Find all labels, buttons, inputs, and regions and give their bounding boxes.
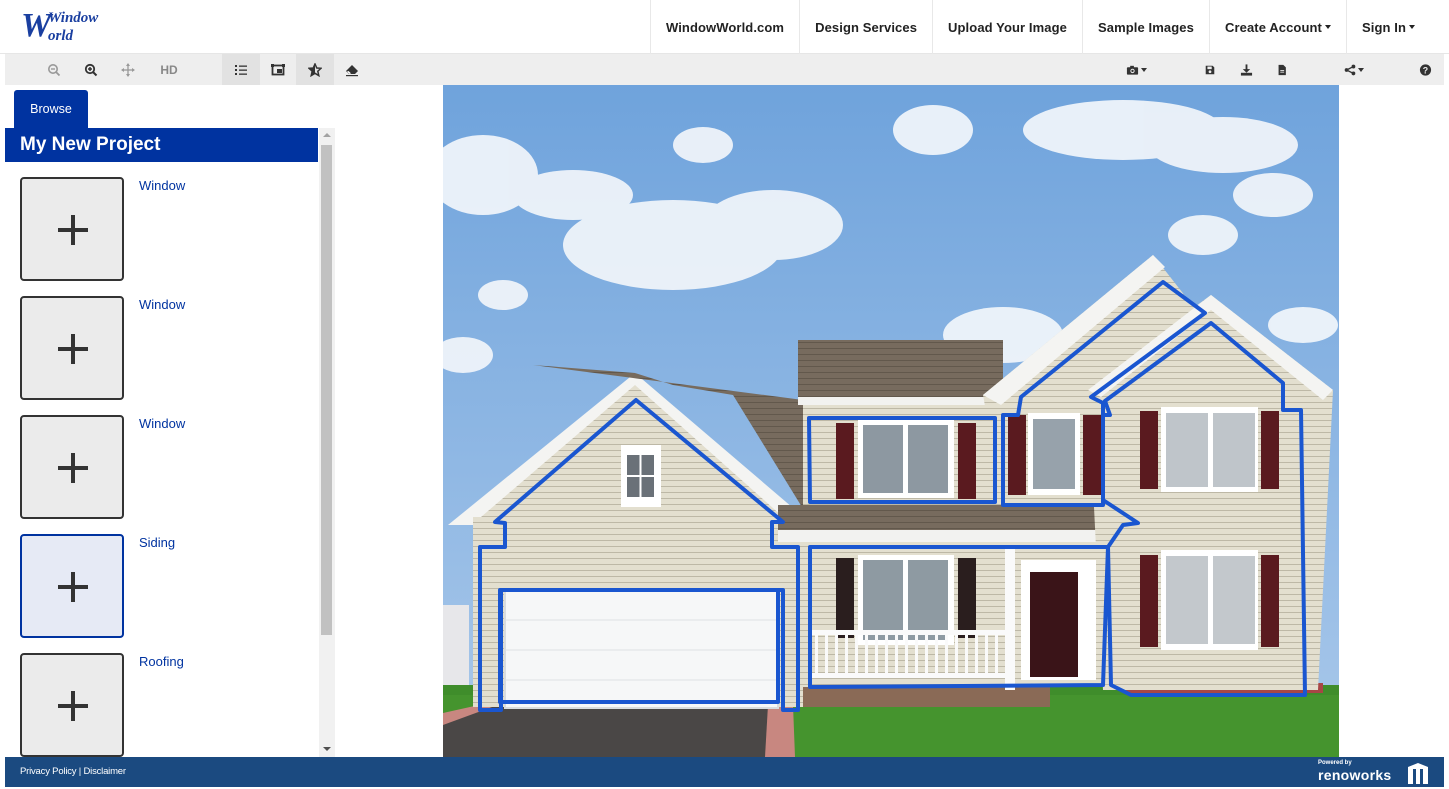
svg-text:orld: orld [48, 28, 74, 44]
footer-links: Privacy Policy | Disclaimer [20, 766, 126, 777]
add-window-tile[interactable] [20, 415, 124, 519]
renoworks-brand: renoworks [1318, 767, 1392, 783]
category-label[interactable]: Window [139, 297, 185, 312]
nav-label: Sign In [1361, 19, 1406, 35]
nav-label: Sample Images [1098, 19, 1194, 35]
main-roof [798, 340, 1003, 403]
svg-text:?: ? [1422, 65, 1427, 75]
top-bar: W Window orld WindowWorld.com Design Ser… [0, 0, 1449, 54]
category-label[interactable]: Window [139, 416, 185, 431]
neighbor-house [443, 605, 469, 695]
add-siding-tile[interactable] [20, 534, 124, 638]
favorites-icon [308, 62, 322, 77]
zoom-out-button[interactable] [35, 54, 73, 85]
nav-upload-image[interactable]: Upload Your Image [932, 0, 1082, 54]
caret-down-icon [1409, 25, 1415, 29]
nav-label: Create Account [1224, 19, 1322, 35]
hd-toggle[interactable]: HD [149, 54, 189, 85]
list-icon [235, 64, 247, 75]
main-nav: WindowWorld.com Design Services Upload Y… [649, 0, 1449, 54]
caret-down-icon [1140, 67, 1147, 72]
nav-label: WindowWorld.com [665, 19, 785, 35]
sidebar: Browse My New Project Window Window Wind… [5, 85, 335, 757]
window-world-logo[interactable]: W Window orld [18, 4, 118, 48]
add-window-tile[interactable] [20, 296, 124, 400]
compare-button[interactable] [259, 54, 297, 85]
pan-button[interactable] [109, 54, 147, 85]
share-icon [1344, 64, 1356, 75]
plus-icon [58, 453, 88, 483]
project-title: My New Project [5, 128, 318, 162]
nav-create-account[interactable]: Create Account [1208, 0, 1346, 54]
add-window-tile[interactable] [20, 177, 124, 281]
walkway [765, 705, 795, 757]
document-button[interactable] [1263, 54, 1301, 85]
tab-browse[interactable]: Browse [14, 90, 88, 128]
plus-icon [58, 334, 88, 364]
favorites-button[interactable] [296, 54, 334, 85]
compare-icon [271, 63, 285, 75]
category-item-window-1: Window [5, 162, 318, 281]
scroll-up-arrow[interactable] [323, 133, 331, 137]
privacy-policy-link[interactable]: Privacy Policy [20, 766, 77, 777]
svg-text:Window: Window [48, 10, 99, 26]
powered-by-renoworks[interactable]: Powered by renoworks [1318, 760, 1430, 786]
plus-icon [58, 215, 88, 245]
house-image [443, 85, 1339, 757]
category-item-window-2: Window [5, 281, 318, 400]
nav-windowworld[interactable]: WindowWorld.com [649, 0, 799, 54]
list-view-button[interactable] [222, 54, 260, 85]
garage-door [504, 589, 779, 709]
project-title-text: My New Project [20, 134, 161, 155]
zoom-out-icon [48, 63, 61, 76]
add-roofing-tile[interactable] [20, 653, 124, 757]
caret-down-icon [1358, 67, 1364, 72]
category-item-roofing: Roofing [5, 638, 318, 757]
document-icon [1278, 64, 1286, 75]
footer-separator: | [78, 766, 82, 777]
scroll-thumb[interactable] [321, 145, 332, 635]
eraser-button[interactable] [333, 54, 371, 85]
save-icon [1205, 65, 1215, 74]
driveway [443, 705, 783, 757]
disclaimer-link[interactable]: Disclaimer [84, 766, 127, 777]
caret-down-icon [1324, 25, 1331, 29]
camera-button[interactable] [1118, 54, 1154, 85]
nav-sample-images[interactable]: Sample Images [1082, 0, 1209, 54]
house-canvas[interactable] [443, 85, 1339, 757]
powered-by-label: Powered by [1318, 760, 1352, 766]
category-list: Window Window Window Siding Roofing [5, 162, 318, 757]
category-label[interactable]: Window [139, 178, 185, 193]
download-icon [1240, 63, 1252, 76]
toolbar: HD ? [5, 54, 1444, 85]
plus-icon [58, 572, 88, 602]
nav-label: Design Services [815, 19, 918, 35]
category-label[interactable]: Siding [139, 535, 175, 550]
download-button[interactable] [1227, 54, 1265, 85]
renoworks-logo-icon [1408, 763, 1428, 784]
tab-label: Browse [30, 102, 72, 116]
help-button[interactable]: ? [1406, 54, 1444, 85]
nav-sign-in[interactable]: Sign In [1345, 0, 1449, 54]
help-icon: ? [1419, 63, 1431, 76]
category-label[interactable]: Roofing [139, 654, 184, 669]
zoom-in-button[interactable] [72, 54, 110, 85]
category-item-window-3: Window [5, 400, 318, 519]
nav-design-services[interactable]: Design Services [799, 0, 932, 54]
hd-label: HD [160, 62, 178, 77]
pan-icon [121, 62, 135, 77]
footer: Privacy Policy | Disclaimer Powered by r… [5, 757, 1444, 787]
zoom-in-icon [84, 63, 98, 76]
sidebar-scrollbar[interactable] [319, 128, 335, 757]
camera-icon [1126, 65, 1138, 75]
scroll-down-arrow[interactable] [323, 747, 331, 751]
category-item-siding: Siding [5, 519, 318, 638]
nav-label: Upload Your Image [948, 19, 1067, 35]
eraser-icon [346, 64, 358, 76]
plus-icon [58, 691, 88, 721]
save-button[interactable] [1191, 54, 1229, 85]
share-button[interactable] [1336, 54, 1372, 85]
